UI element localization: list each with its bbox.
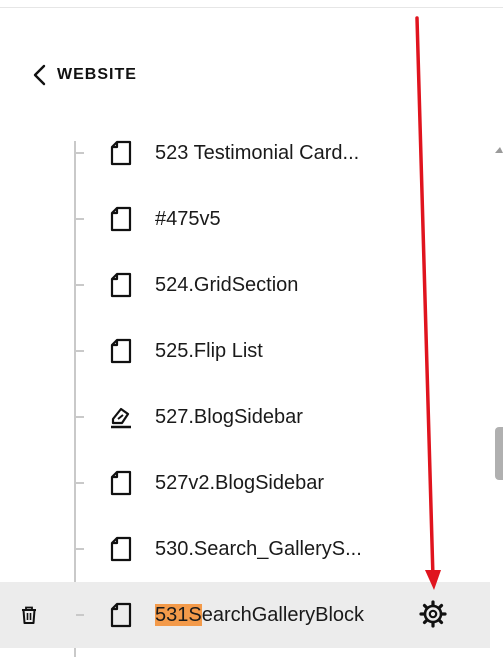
- label-rest: earchGalleryBlock: [201, 604, 365, 626]
- tree-item-label: #475v5: [155, 208, 221, 230]
- page-icon: [109, 338, 133, 364]
- page-icon: [109, 602, 133, 628]
- tree-item-label: 523 Testimonial Card...: [155, 142, 360, 164]
- tree-item-label: 527v2.BlogSidebar: [155, 472, 325, 494]
- tree-item[interactable]: 527.BlogSidebar: [0, 384, 490, 450]
- page-icon: [109, 470, 133, 496]
- tree-item-label: 525.Flip List: [155, 340, 263, 362]
- trash-icon[interactable]: [18, 604, 40, 626]
- tree-item-label: 531SearchGalleryBlock: [155, 603, 364, 627]
- tree-item-label: 527.BlogSidebar: [155, 406, 303, 428]
- page-tree: 523 Testimonial Card... #475v5 524.GridS…: [0, 120, 503, 657]
- back-label: WEBSITE: [57, 66, 137, 83]
- tree-item[interactable]: 530.Search_GalleryS...: [0, 516, 490, 582]
- search-highlight: 531S: [155, 604, 202, 626]
- top-divider: [0, 7, 503, 8]
- tree-item[interactable]: 527v2.BlogSidebar: [0, 450, 490, 516]
- tree-item[interactable]: #475v5: [0, 186, 490, 252]
- page-icon: [109, 140, 133, 166]
- gear-icon[interactable]: [418, 599, 448, 629]
- page-icon: [109, 536, 133, 562]
- tree-item-selected[interactable]: 531SearchGalleryBlock: [0, 582, 490, 648]
- tree-item[interactable]: 524.GridSection: [0, 252, 490, 318]
- back-to-website-button[interactable]: WEBSITE: [32, 62, 137, 88]
- page-icon: [109, 206, 133, 232]
- chevron-left-icon: [33, 64, 46, 86]
- tree-item-label: 530.Search_GalleryS...: [155, 538, 362, 560]
- tree-item[interactable]: 525.Flip List: [0, 318, 490, 384]
- page-icon: [109, 272, 133, 298]
- edit-page-icon: [109, 404, 133, 430]
- tree-item[interactable]: 523 Testimonial Card...: [0, 120, 490, 186]
- tree-item-label: 524.GridSection: [155, 274, 299, 296]
